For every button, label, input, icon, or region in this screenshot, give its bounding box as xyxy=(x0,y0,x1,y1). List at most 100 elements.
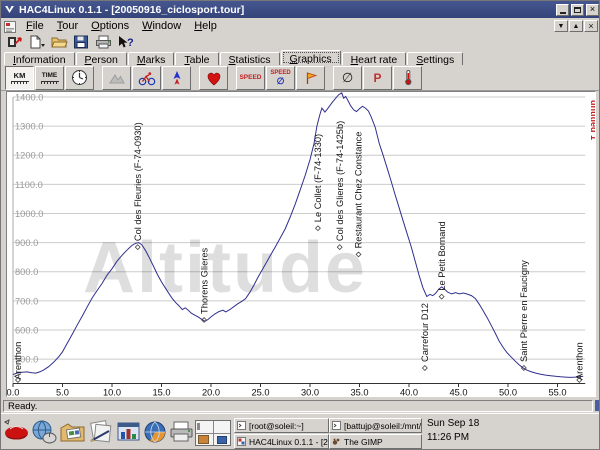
menu-options[interactable]: Options xyxy=(85,19,136,33)
svg-text:?: ? xyxy=(127,37,134,49)
maximize-button[interactable] xyxy=(571,4,584,16)
mdi-window-controls: ▼ ▲ × xyxy=(554,20,598,32)
km-scale-button[interactable]: KM xyxy=(5,66,34,90)
svg-text:untitled 1: untitled 1 xyxy=(589,100,595,140)
tab-heart-rate[interactable]: Heart rate xyxy=(342,52,407,65)
workspace-2[interactable] xyxy=(214,421,231,433)
svg-text:35.0: 35.0 xyxy=(350,388,368,397)
redhat-menu-button[interactable] xyxy=(2,417,30,447)
close-button[interactable]: × xyxy=(586,4,599,16)
clock-button[interactable] xyxy=(65,66,94,90)
open-file-button[interactable] xyxy=(49,35,69,50)
svg-text:Altitude: Altitude xyxy=(83,228,367,308)
desktop: HAC4Linux 0.1.1 - [20050916_ciclosport.t… xyxy=(0,0,600,450)
task-hac4linux[interactable]: HAC4Linux 0.1.1 - [20( xyxy=(234,434,329,449)
terminal-icon xyxy=(237,421,246,430)
svg-text:10.0: 10.0 xyxy=(103,388,121,397)
library-launcher[interactable] xyxy=(114,417,142,447)
heart-rate-button[interactable] xyxy=(199,66,228,90)
svg-text:Le Collet (F-74-1330): Le Collet (F-74-1330) xyxy=(313,134,323,222)
task-list: [root@soleil:~] [battujp@soleil:/mnt/pc … xyxy=(234,418,422,449)
save-button[interactable] xyxy=(71,35,91,50)
minimize-button[interactable] xyxy=(556,4,569,16)
average-speed-button[interactable]: SPEED ∅ xyxy=(266,66,295,90)
marks-flag-button[interactable] xyxy=(296,66,325,90)
svg-text:Arenthon: Arenthon xyxy=(574,342,584,380)
globe-mouse-icon xyxy=(31,419,58,445)
network-monitor-launcher[interactable] xyxy=(141,417,169,447)
altitude-button[interactable] xyxy=(102,66,131,90)
clock[interactable]: Sun Sep 18 11:26 PM xyxy=(427,417,479,445)
workspace-1[interactable] xyxy=(196,421,213,433)
workspace-3[interactable] xyxy=(196,434,213,446)
svg-text:600.0: 600.0 xyxy=(15,325,38,335)
mdi-restore-button[interactable]: ▼ xyxy=(554,20,568,32)
tab-table[interactable]: Table xyxy=(175,52,218,65)
svg-text:Col des Fleuries (F-74-0930): Col des Fleuries (F-74-0930) xyxy=(133,122,143,241)
task-terminal-root[interactable]: [root@soleil:~] xyxy=(234,418,329,433)
temperature-button[interactable] xyxy=(393,66,422,90)
menu-file[interactable]: File xyxy=(20,19,51,33)
workspace-4[interactable] xyxy=(214,434,231,446)
minimize-icon xyxy=(560,12,566,14)
task-terminal-battujp[interactable]: [battujp@soleil:/mnt/pc xyxy=(329,418,422,433)
documents-launcher[interactable] xyxy=(86,417,114,447)
printer-launcher[interactable] xyxy=(167,417,195,447)
window-controls: × xyxy=(556,4,599,16)
menu-bar: File Tour Options Window Help ▼ ▲ × xyxy=(1,18,600,34)
task-gimp[interactable]: The GIMP xyxy=(329,434,422,449)
hac4linux-icon xyxy=(237,437,246,446)
import-tour-icon xyxy=(7,35,24,49)
taskbar: [root@soleil:~] [battujp@soleil:/mnt/pc … xyxy=(1,413,600,450)
menu-tour[interactable]: Tour xyxy=(51,19,85,33)
file-manager-launcher[interactable] xyxy=(58,417,86,447)
new-file-button[interactable] xyxy=(27,35,47,50)
workspace-pager[interactable] xyxy=(195,420,231,446)
heart-icon xyxy=(205,70,223,86)
menu-window[interactable]: Window xyxy=(136,19,188,33)
ruler-icon xyxy=(41,81,59,84)
tab-information[interactable]: Information xyxy=(4,52,75,65)
import-tour-button[interactable] xyxy=(5,35,25,50)
time-scale-button[interactable]: TIME xyxy=(35,66,64,90)
tab-settings[interactable]: Settings xyxy=(407,52,463,65)
mdi-close-button[interactable]: × xyxy=(584,20,598,32)
average-button[interactable]: ∅ xyxy=(333,66,362,90)
whats-this-button[interactable]: ? xyxy=(115,35,135,50)
ascent-rate-button[interactable] xyxy=(162,66,191,90)
pause-button[interactable]: P xyxy=(363,66,392,90)
tab-marks[interactable]: Marks xyxy=(128,52,175,65)
print-button[interactable] xyxy=(93,35,113,50)
ruler-icon xyxy=(11,81,29,84)
svg-text:Thorens Glieres: Thorens Glieres xyxy=(199,247,209,313)
tab-graphics[interactable]: Graphics xyxy=(281,50,341,65)
window-title: HAC4Linux 0.1.1 - [20050916_ciclosport.t… xyxy=(19,4,556,16)
redhat-icon xyxy=(3,419,30,445)
tab-statistics[interactable]: Statistics xyxy=(220,52,280,65)
speed-button[interactable]: SPEED xyxy=(236,66,265,90)
folder-photo-icon xyxy=(59,419,86,445)
cadence-button[interactable] xyxy=(132,66,161,90)
chart-area[interactable]: 500.0600.0700.0800.0900.01000.01100.0120… xyxy=(6,91,596,397)
svg-text:1400.0: 1400.0 xyxy=(15,93,43,103)
mdi-undock-button[interactable]: ▲ xyxy=(569,20,583,32)
gimp-icon xyxy=(332,437,341,446)
cyclist-icon xyxy=(138,70,156,86)
svg-text:1000.0: 1000.0 xyxy=(15,209,43,219)
svg-text:1300.0: 1300.0 xyxy=(15,122,43,132)
svg-text:Restaurant Chez Constance: Restaurant Chez Constance xyxy=(354,132,364,249)
menu-help[interactable]: Help xyxy=(188,19,224,33)
svg-text:Carrefour D12: Carrefour D12 xyxy=(420,303,430,362)
clock-date: Sun Sep 18 xyxy=(427,417,479,431)
svg-text:55.0: 55.0 xyxy=(548,388,566,397)
tab-person[interactable]: Person xyxy=(76,52,127,65)
svg-text:50.0: 50.0 xyxy=(499,388,517,397)
status-bar: Ready. xyxy=(1,398,600,413)
title-bar[interactable]: HAC4Linux 0.1.1 - [20050916_ciclosport.t… xyxy=(1,1,600,18)
web-browser-launcher[interactable] xyxy=(30,417,58,447)
graph-toolbar: KM TIME xyxy=(1,65,600,91)
up-arrow-icon xyxy=(169,70,185,86)
svg-text:1100.0: 1100.0 xyxy=(15,180,43,190)
size-grip[interactable] xyxy=(595,400,600,411)
svg-text:Arenthon: Arenthon xyxy=(13,342,23,380)
